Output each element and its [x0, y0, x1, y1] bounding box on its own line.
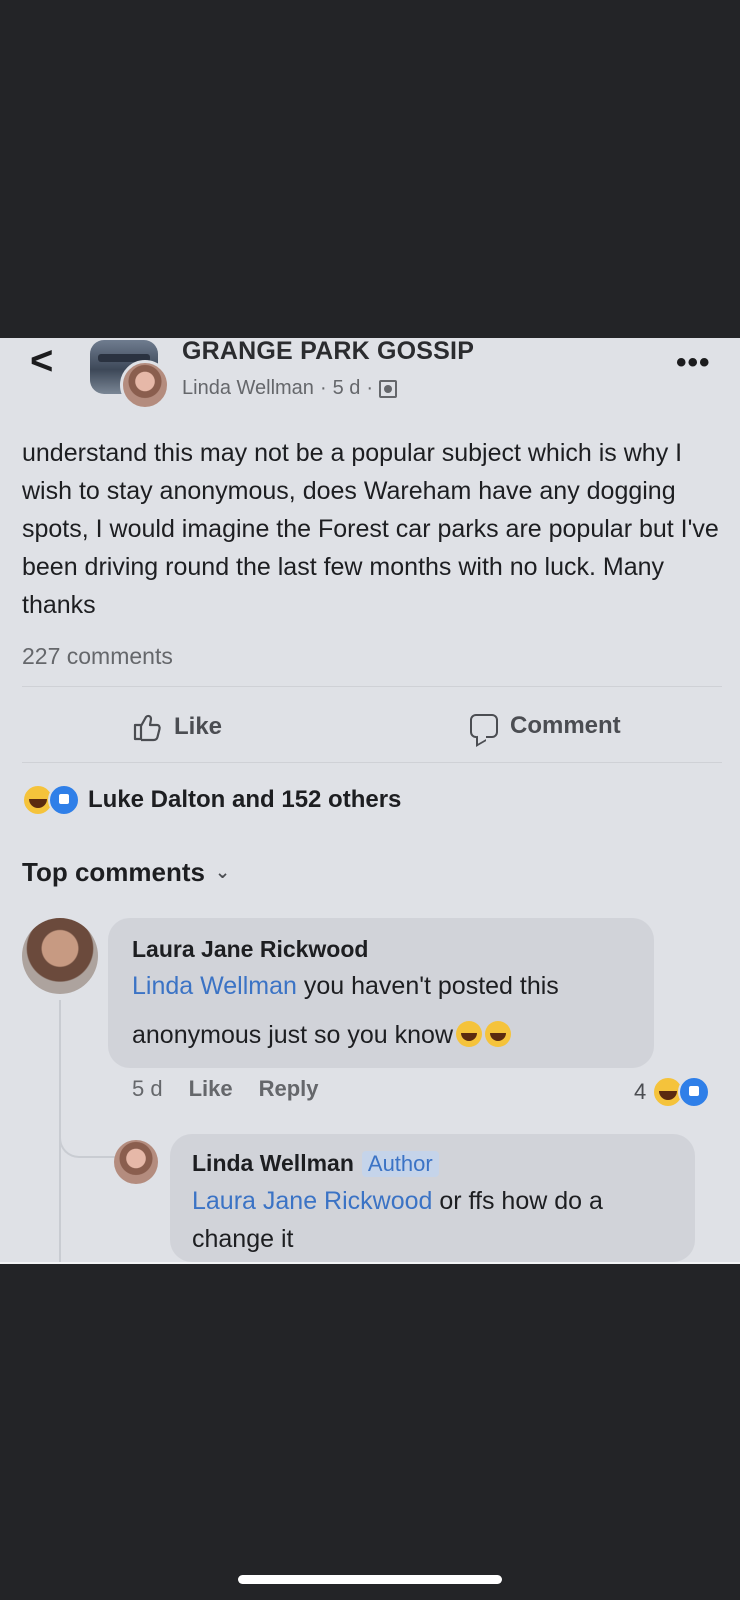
- comment-bubble-icon: [470, 714, 498, 738]
- group-name[interactable]: GRANGE PARK GOSSIP: [182, 337, 474, 366]
- author-badge: Author: [361, 1151, 439, 1177]
- comment-text-line: you haven't posted this: [296, 972, 559, 1000]
- comment-button[interactable]: Comment: [470, 712, 621, 740]
- divider: [22, 762, 722, 763]
- reply-text-line: change it: [192, 1225, 294, 1253]
- like-reaction-icon: [678, 1076, 711, 1108]
- more-options-button[interactable]: •••: [676, 346, 711, 380]
- comment-author[interactable]: Laura Jane Rickwood: [132, 936, 368, 963]
- meta-separator: ·: [366, 377, 374, 399]
- laughing-emoji-icon: [485, 1021, 512, 1047]
- reply-author-row: Linda Wellman Author: [192, 1150, 439, 1177]
- comment-reaction-count: 4: [634, 1079, 647, 1104]
- author-avatar[interactable]: [120, 360, 170, 410]
- mention-link[interactable]: Laura Jane Rickwood: [192, 1187, 432, 1215]
- comment-label: Comment: [510, 712, 621, 739]
- thumbs-up-icon: [133, 714, 161, 742]
- reaction-summary-text: Luke Dalton and 152 others: [88, 786, 402, 813]
- home-indicator[interactable]: [238, 1575, 502, 1584]
- comment-count[interactable]: 227 comments: [22, 643, 173, 670]
- comments-sort-label: Top comments: [22, 857, 205, 887]
- back-button[interactable]: <: [30, 341, 54, 381]
- like-reaction-icon: [48, 784, 80, 816]
- thread-connector: [59, 1128, 115, 1158]
- reply-author[interactable]: Linda Wellman: [192, 1150, 354, 1176]
- like-button[interactable]: Like: [132, 712, 222, 742]
- comment-like-button[interactable]: Like: [189, 1076, 233, 1102]
- reply-text: Laura Jane Rickwood or ffs how do a chan…: [192, 1182, 682, 1258]
- crying-emoji-icon: [456, 1021, 483, 1047]
- comment-meta: 5 d Like Reply: [132, 1076, 319, 1102]
- reply-author-avatar[interactable]: [114, 1140, 158, 1184]
- divider: [22, 686, 722, 687]
- post-body: understand this may not be a popular sub…: [22, 439, 719, 619]
- comments-sort-dropdown[interactable]: Top comments ⌄: [22, 857, 230, 888]
- reply-text-line: or ffs how do a: [432, 1187, 603, 1215]
- comment-time[interactable]: 5 d: [132, 1076, 163, 1102]
- comment-text: Linda Wellman you haven't posted this an…: [132, 962, 642, 1060]
- comment-reply-button[interactable]: Reply: [259, 1076, 319, 1102]
- like-label: Like: [174, 713, 223, 740]
- comment-reactions[interactable]: 4: [634, 1076, 711, 1108]
- meta-separator: ·: [319, 377, 327, 399]
- post-meta: Linda Wellman · 5 d ·: [182, 377, 398, 400]
- reaction-summary[interactable]: Luke Dalton and 152 others: [22, 784, 401, 816]
- commenter-avatar[interactable]: [22, 918, 98, 994]
- post-author[interactable]: Linda Wellman: [182, 377, 314, 400]
- mention-link[interactable]: Linda Wellman: [132, 972, 297, 1000]
- members-privacy-icon: [379, 379, 398, 398]
- comment-text-line: anonymous just so you know: [132, 1021, 454, 1049]
- post-time[interactable]: 5 d: [333, 377, 361, 400]
- chevron-down-icon: ⌄: [214, 862, 231, 882]
